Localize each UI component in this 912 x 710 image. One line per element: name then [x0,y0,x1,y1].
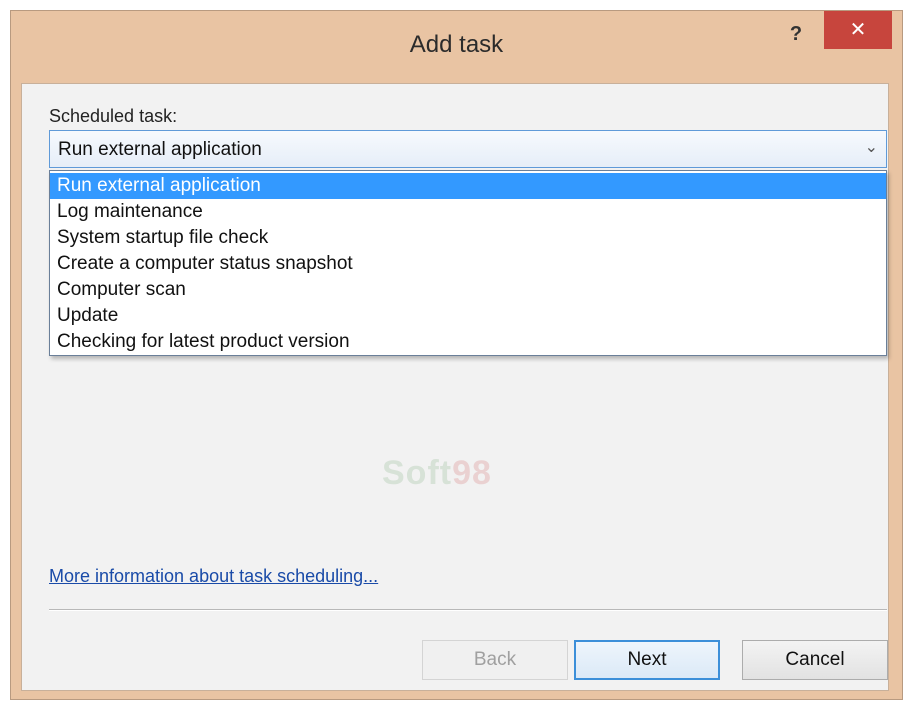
combobox-value: Run external application [58,139,262,160]
help-button[interactable]: ? [782,19,810,49]
close-button[interactable]: ✕ [824,11,892,49]
option-checking-latest-product-version[interactable]: Checking for latest product version [50,329,886,355]
scheduled-task-combobox[interactable]: Run external application ⌄ [49,130,887,168]
task-scheduling-info-link[interactable]: More information about task scheduling..… [49,566,378,587]
watermark-text-b: 98 [452,454,492,492]
close-icon: ✕ [849,19,867,41]
task-dropdown-list: Run external application Log maintenance… [49,170,887,356]
dialog-body: Scheduled task: Run external application… [21,83,889,691]
title-bar: Add task ? ✕ [11,11,902,81]
back-button[interactable]: Back [422,640,568,680]
option-run-external-application[interactable]: Run external application [50,173,886,199]
scheduled-task-label: Scheduled task: [49,106,178,126]
option-computer-scan[interactable]: Computer scan [50,277,886,303]
watermark-text-a: Soft [382,454,453,492]
option-system-startup-file-check[interactable]: System startup file check [50,225,886,251]
option-create-computer-status-snapshot[interactable]: Create a computer status snapshot [50,251,886,277]
footer-divider [49,609,887,611]
option-log-maintenance[interactable]: Log maintenance [50,199,886,225]
next-button[interactable]: Next [574,640,720,680]
dialog-title: Add task [409,31,504,58]
watermark-logo: Soft98 [382,454,492,493]
add-task-dialog: Add task ? ✕ Scheduled task: Run externa… [10,10,903,700]
cancel-button[interactable]: Cancel [742,640,888,680]
option-update[interactable]: Update [50,303,886,329]
chevron-down-icon[interactable]: ⌄ [865,137,878,157]
